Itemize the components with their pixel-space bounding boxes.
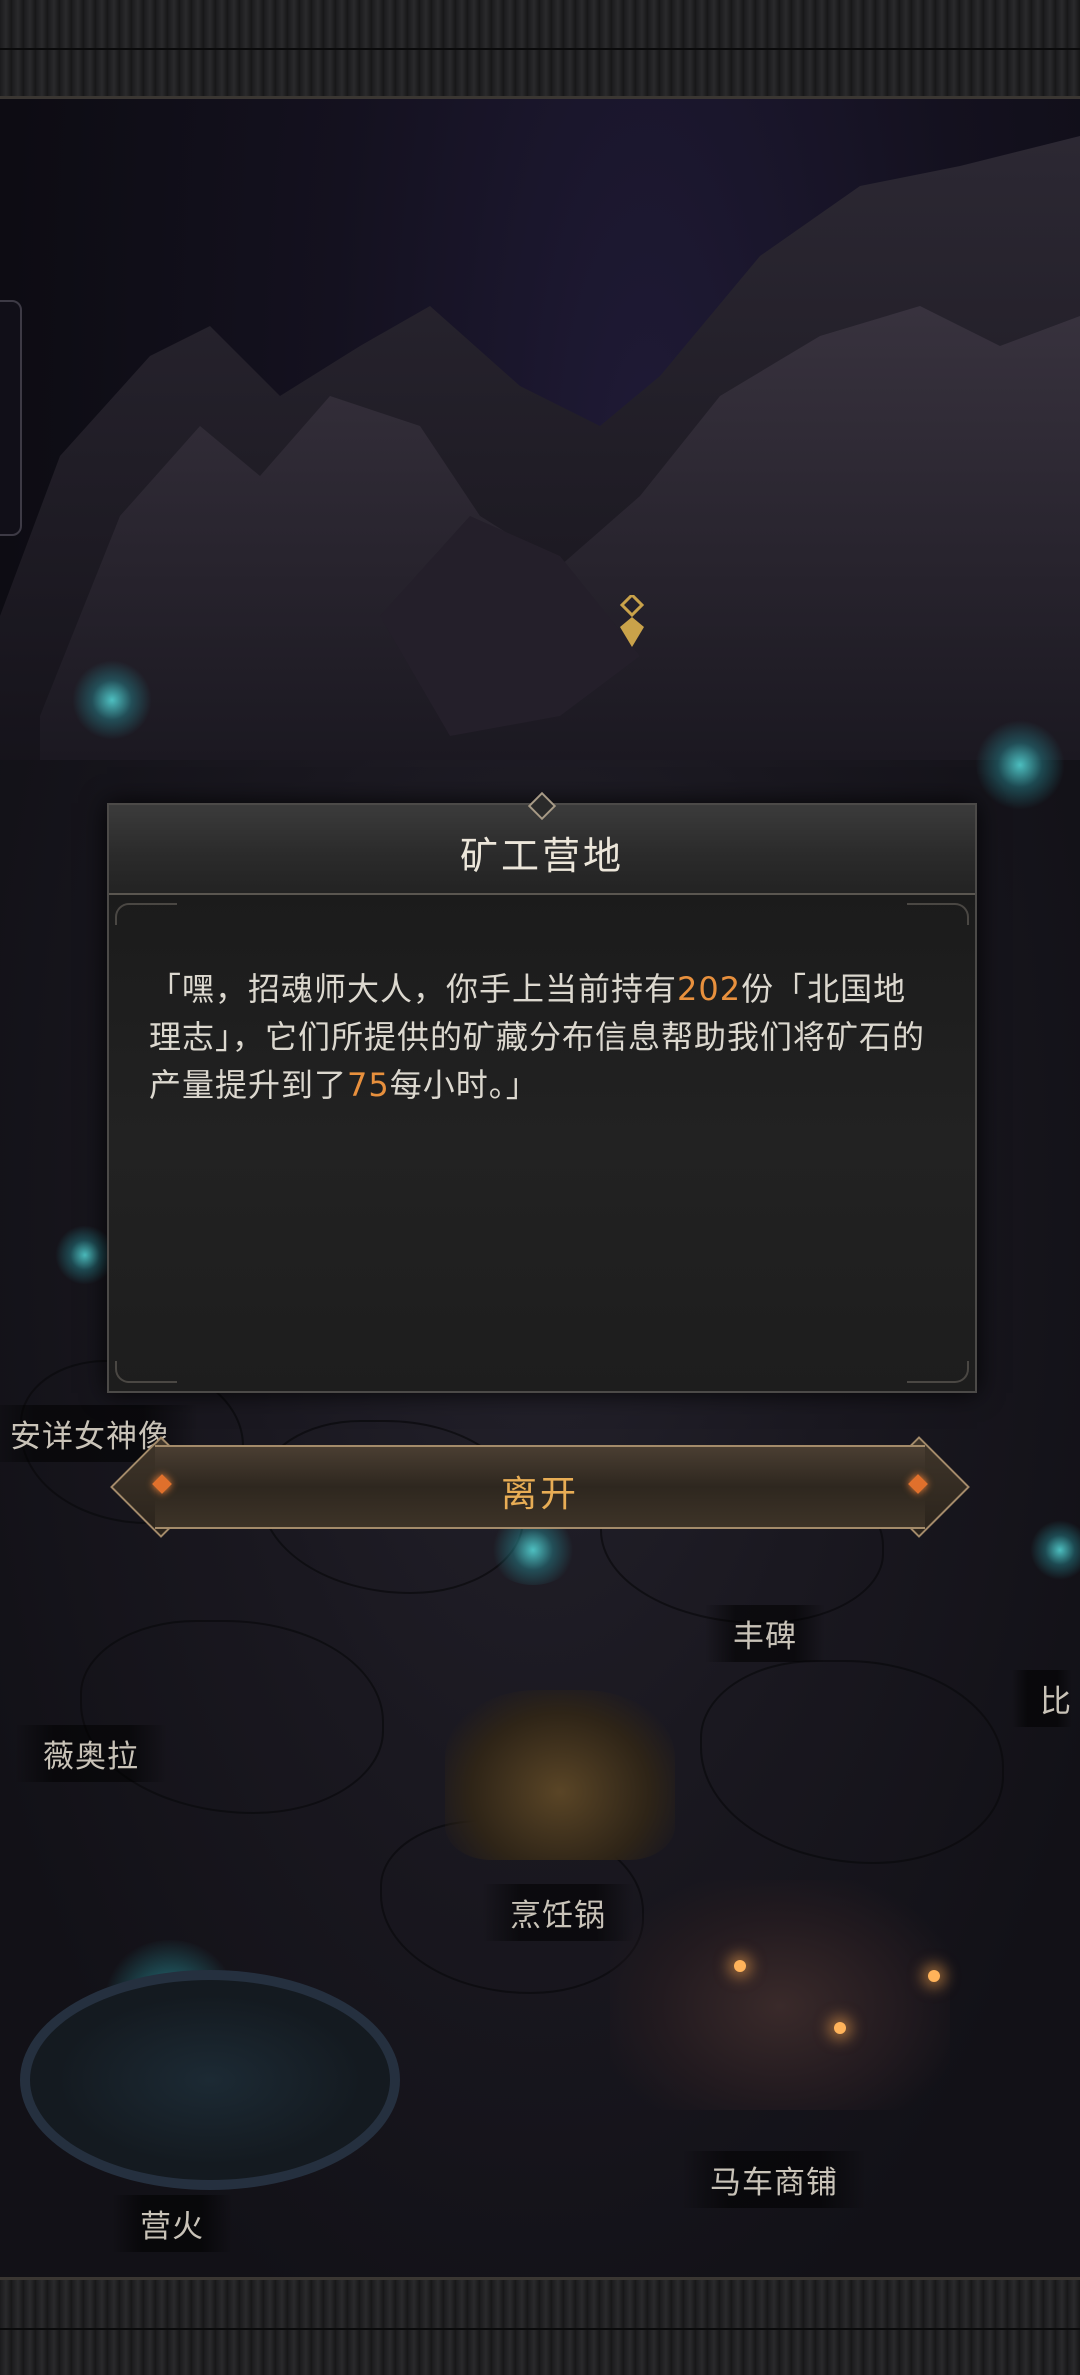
campfire-prop[interactable] [20, 1970, 400, 2190]
map-label-wagon-shop[interactable]: 马车商铺 [682, 2151, 866, 2208]
leave-button-label: 离开 [500, 1474, 579, 1515]
glowing-crystal-icon [55, 1225, 115, 1285]
production-rate-value: 75 [347, 1066, 390, 1104]
dialog-title: 矿工营地 [459, 834, 624, 878]
ground-crack [80, 1620, 384, 1814]
dialog-message: 「嘿，招魂师大人，你手上当前持有202份「北国地理志」，它们所提供的矿藏分布信息… [149, 965, 939, 1109]
bottom-ornamental-border [0, 2277, 1080, 2375]
cooking-pot-prop[interactable] [445, 1690, 675, 1860]
corner-ornament [907, 903, 969, 925]
message-part: 「嘿，招魂师大人，你手上当前持有 [149, 970, 678, 1008]
map-quest-marker-icon[interactable] [618, 595, 646, 647]
message-part: 每小时。」 [389, 1066, 539, 1104]
corner-ornament [115, 1361, 177, 1383]
wagon-shop-prop[interactable] [610, 1880, 950, 2110]
mountain-backdrop [0, 136, 1080, 856]
map-label-bi[interactable]: 比 [1012, 1670, 1072, 1727]
npc-dialog: 矿工营地 「嘿，招魂师大人，你手上当前持有202份「北国地理志」，它们所提供的矿… [107, 791, 977, 1393]
top-ornamental-border [0, 0, 1080, 99]
dialog-header: 矿工营地 [109, 791, 975, 895]
map-label-cooking-pot[interactable]: 烹饪锅 [482, 1884, 634, 1941]
glowing-crystal-icon [975, 720, 1065, 810]
corner-ornament [907, 1361, 969, 1383]
map-label-fengbei[interactable]: 丰碑 [705, 1605, 825, 1662]
glowing-crystal-icon [72, 660, 152, 740]
lantern-light [834, 2022, 846, 2034]
map-label-viola[interactable]: 薇奥拉 [15, 1725, 167, 1782]
map-label-campfire[interactable]: 营火 [112, 2195, 232, 2252]
ground-crack [700, 1660, 1004, 1864]
side-panel-handle[interactable] [0, 300, 22, 536]
leave-button[interactable]: 离开 [110, 1436, 970, 1538]
held-count-value: 202 [677, 970, 742, 1008]
lantern-light [928, 1970, 940, 1982]
lantern-light [734, 1960, 746, 1972]
game-map-screen: 安详女神像 丰碑 比 薇奥拉 烹饪锅 马车商铺 营火 矿工营地 「嘿，招魂师大人… [0, 0, 1080, 2375]
corner-ornament [115, 903, 177, 925]
